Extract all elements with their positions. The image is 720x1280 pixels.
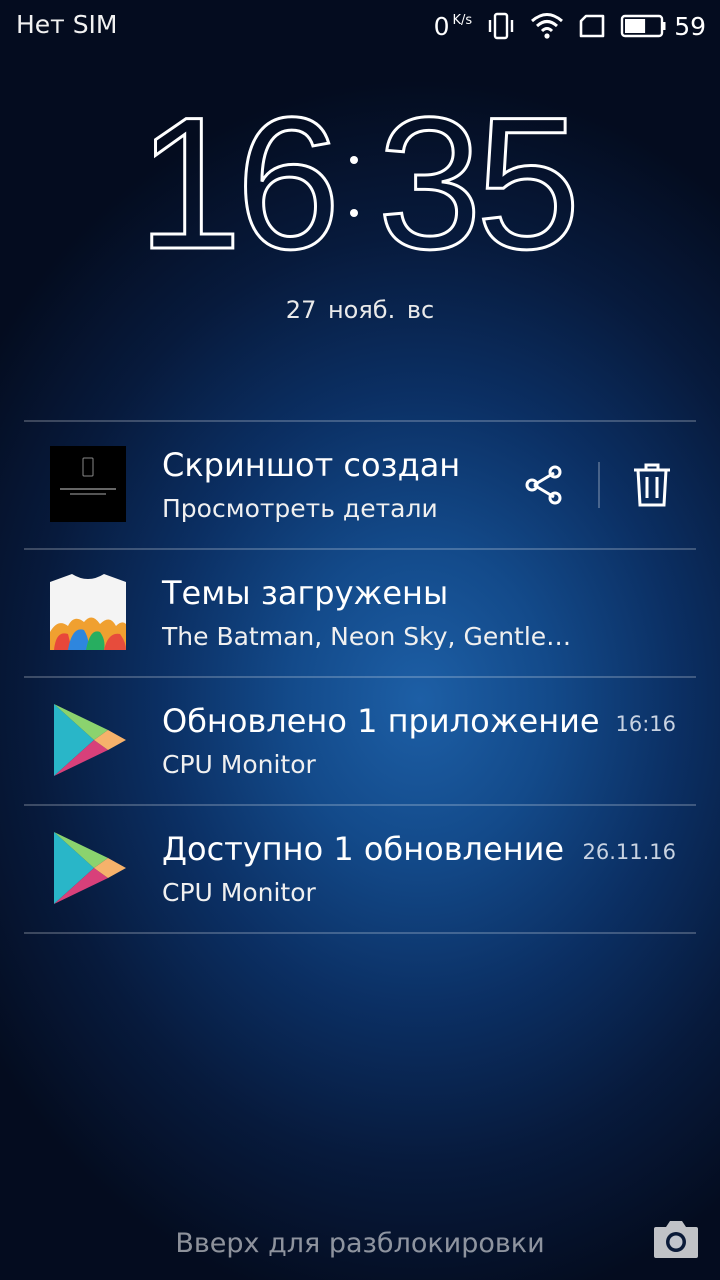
status-bar: Нет SIM 0 K/s 59	[0, 0, 720, 52]
network-speed-value: 0	[433, 11, 450, 41]
network-speed-unit: K/s	[452, 12, 473, 28]
camera-icon[interactable]	[652, 1218, 700, 1260]
screenshot-thumbnail	[50, 446, 126, 522]
notification-title: Доступно 1 обновление	[162, 830, 565, 868]
clock-minutes: 35	[377, 98, 574, 268]
status-icons: 0 K/s 59	[434, 8, 706, 44]
vibrate-icon	[488, 12, 514, 40]
trash-icon[interactable]	[632, 462, 672, 508]
notification-time: 26.11.16	[582, 840, 676, 864]
unlock-hint[interactable]: Вверх для разблокировки	[0, 1228, 720, 1259]
clock-colon-bottom	[350, 209, 358, 217]
no-sim-icon	[579, 14, 605, 38]
carrier-label: Нет SIM	[16, 10, 118, 39]
notification-list: Скриншот создан Просмотреть детали Темы …	[24, 420, 696, 934]
clock-colon-top	[350, 156, 358, 164]
notification-subtitle: CPU Monitor	[162, 750, 316, 779]
notification-update-available[interactable]: Доступно 1 обновление CPU Monitor 26.11.…	[24, 806, 696, 934]
battery-icon	[620, 14, 666, 38]
clock-hours: 16	[137, 98, 334, 268]
themes-shirt-icon	[50, 574, 126, 650]
notification-subtitle: CPU Monitor	[162, 878, 316, 907]
network-speed: 0 K/s	[434, 12, 473, 41]
notification-title: Темы загружены	[162, 574, 449, 612]
lockscreen-date: 27 нояб. вс	[285, 296, 435, 324]
battery-percent: 59	[674, 11, 706, 41]
notification-subtitle: Просмотреть детали	[162, 494, 438, 523]
notification-themes[interactable]: Темы загружены The Batman, Neon Sky, Gen…	[24, 550, 696, 678]
play-store-icon	[54, 704, 126, 776]
action-divider	[598, 462, 600, 508]
notification-title: Скриншот создан	[162, 446, 461, 484]
lockscreen-clock: 16 35	[0, 98, 720, 268]
notification-title: Обновлено 1 приложение	[162, 702, 600, 740]
notification-subtitle: The Batman, Neon Sky, Gentlem…	[162, 622, 582, 651]
notification-app-updated[interactable]: Обновлено 1 приложение CPU Monitor 16:16	[24, 678, 696, 806]
notification-time: 16:16	[615, 712, 676, 736]
play-store-icon	[54, 832, 126, 904]
share-icon[interactable]	[522, 463, 566, 507]
notification-actions	[522, 460, 672, 510]
notification-screenshot[interactable]: Скриншот создан Просмотреть детали	[24, 422, 696, 550]
wifi-icon	[531, 13, 564, 39]
